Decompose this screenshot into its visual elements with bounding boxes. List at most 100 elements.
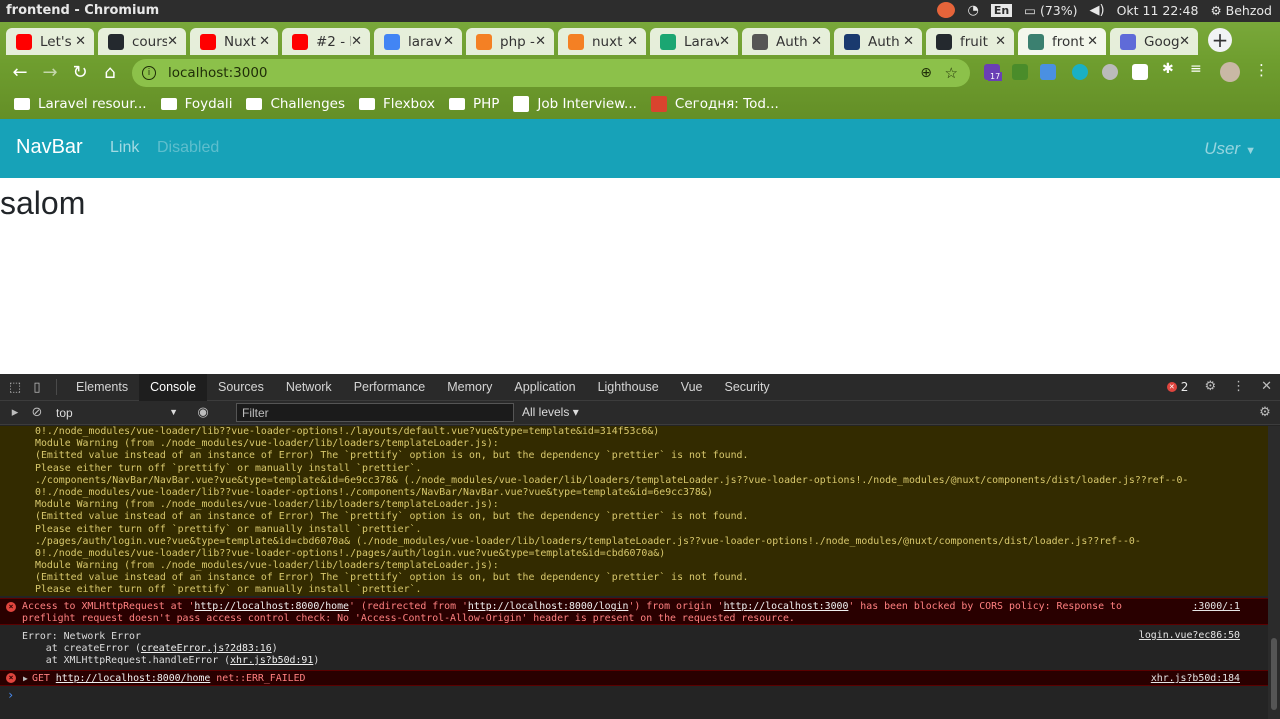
close-tab-icon[interactable]: ✕ [351, 34, 362, 49]
browser-tab[interactable]: #2 - L✕ [282, 28, 370, 55]
clock[interactable]: Okt 11 22:48 [1117, 3, 1199, 18]
get-error-source-link[interactable]: xhr.js?b50d:184 [1151, 673, 1240, 685]
zoom-icon[interactable]: ⊕ [920, 65, 932, 81]
scrollbar-thumb[interactable] [1271, 638, 1277, 710]
close-tab-icon[interactable]: ✕ [443, 34, 454, 49]
devtools-tab[interactable]: Performance [343, 374, 437, 401]
network-error-source-link[interactable]: login.vue?ec86:50 [1139, 630, 1240, 642]
devtools-tab[interactable]: Console [139, 373, 207, 401]
devtools-tab[interactable]: Vue [670, 374, 714, 401]
wifi-icon[interactable]: ◔ [967, 3, 978, 18]
expand-triangle-icon[interactable]: ▶ [23, 673, 28, 685]
back-button[interactable]: ← [8, 60, 32, 84]
cors-error-source-link[interactable]: :3000/:1 [1192, 601, 1240, 613]
close-tab-icon[interactable]: ✕ [535, 34, 546, 49]
bookmark-item[interactable]: Flexbox [358, 96, 435, 112]
bookmark-item[interactable]: Foydali [160, 96, 232, 112]
site-info-icon[interactable]: i [142, 66, 156, 80]
devtools-tab[interactable]: Lighthouse [587, 374, 670, 401]
console-prompt[interactable]: › [7, 689, 14, 701]
close-devtools-icon[interactable]: ✕ [1261, 379, 1272, 394]
live-expression-eye-icon[interactable]: ◉ [192, 405, 214, 420]
browser-tab[interactable]: Goog ✕ [1110, 28, 1198, 55]
context-selector[interactable]: top ▼ [56, 406, 178, 420]
menu-kebab-icon[interactable]: ⋮ [1254, 61, 1270, 79]
sidebar-toggle-icon[interactable]: ▸ [4, 405, 26, 420]
browser-tab[interactable]: fruit ✕ [926, 28, 1014, 55]
bookmark-item[interactable]: Challenges [246, 96, 345, 112]
bookmark-star-icon[interactable]: ☆ [945, 64, 958, 82]
browser-tab[interactable]: cours ✕ [98, 28, 186, 55]
browser-tab[interactable]: Let's ✕ [6, 28, 94, 55]
devtools-tab[interactable]: Sources [207, 374, 275, 401]
bookmark-item[interactable]: Job Interview... [513, 96, 637, 112]
browser-tab[interactable]: front ✕ [1018, 28, 1106, 55]
xhr-handle-error-link[interactable]: xhr.js?b50d:91 [230, 655, 313, 666]
user-menu[interactable]: ⚙ Behzod [1210, 3, 1272, 18]
close-tab-icon[interactable]: ✕ [995, 34, 1006, 49]
devtools-tab[interactable]: Security [714, 374, 781, 401]
browser-tab[interactable]: Auth ✕ [742, 28, 830, 55]
cors-url-origin[interactable]: http://localhost:3000 [724, 601, 849, 612]
get-error-url[interactable]: http://localhost:8000/home [56, 673, 211, 684]
get-request-error[interactable]: × ▶ GET http://localhost:8000/home net::… [0, 670, 1268, 686]
bookmark-item[interactable]: Сегодня: Tod... [650, 96, 779, 112]
extension-f-icon[interactable] [1040, 64, 1056, 80]
error-counter[interactable]: ✕ 2 [1166, 380, 1188, 394]
browser-tab[interactable]: Nuxt ✕ [190, 28, 278, 55]
puzzle-icon[interactable]: ✱ [1162, 61, 1178, 77]
close-tab-icon[interactable]: ✕ [811, 34, 822, 49]
close-tab-icon[interactable]: ✕ [1179, 34, 1190, 49]
address-bar[interactable]: i localhost:3000 ⊕ ☆ [132, 59, 970, 87]
cors-url-login[interactable]: http://localhost:8000/login [468, 601, 629, 612]
media-queue-icon[interactable]: ≡ [1190, 61, 1206, 77]
console-scrollbar[interactable] [1268, 426, 1280, 719]
close-tab-icon[interactable]: ✕ [903, 34, 914, 49]
browser-tab[interactable]: Larav ✕ [650, 28, 738, 55]
language-indicator[interactable]: En [990, 3, 1013, 17]
network-error-message[interactable]: Error: Network Error at createError (cre… [0, 628, 1268, 668]
settings-gear-icon[interactable]: ⚙ [1204, 379, 1216, 394]
browser-tab[interactable]: Auth ✕ [834, 28, 922, 55]
create-error-link[interactable]: createError.js?2d83:16 [141, 643, 272, 654]
close-tab-icon[interactable]: ✕ [627, 34, 638, 49]
devtools-tab[interactable]: Elements [65, 374, 139, 401]
inspect-element-icon[interactable]: ⬚ [4, 380, 26, 395]
user-dropdown[interactable]: User ▼ [1204, 139, 1256, 159]
console-filter-input[interactable] [236, 403, 514, 422]
nav-link[interactable]: Link [110, 139, 139, 157]
extension-circle-icon[interactable] [1102, 64, 1118, 80]
address-url[interactable]: localhost:3000 [168, 65, 268, 81]
browser-tab[interactable]: php - ✕ [466, 28, 554, 55]
new-tab-button[interactable]: + [1208, 28, 1232, 52]
bookmark-item[interactable]: PHP [448, 96, 499, 112]
notification-icon[interactable] [937, 2, 956, 18]
profile-avatar[interactable] [1220, 62, 1240, 82]
devtools-tab[interactable]: Network [275, 374, 343, 401]
browser-tab[interactable]: nuxt ✕ [558, 28, 646, 55]
battery-indicator[interactable]: ▭ (73%) [1024, 3, 1077, 18]
close-tab-icon[interactable]: ✕ [1087, 34, 1098, 49]
close-tab-icon[interactable]: ✕ [259, 34, 270, 49]
close-tab-icon[interactable]: ✕ [75, 34, 86, 49]
close-tab-icon[interactable]: ✕ [167, 34, 178, 49]
forward-button[interactable]: → [38, 60, 62, 84]
browser-tab[interactable]: larav ✕ [374, 28, 462, 55]
extension-m-icon[interactable] [1072, 64, 1088, 80]
extension-qr-icon[interactable] [1132, 64, 1148, 80]
more-options-icon[interactable]: ⋮ [1232, 379, 1245, 394]
device-toolbar-icon[interactable]: ▯ [26, 380, 48, 395]
navbar-brand[interactable]: NavBar [16, 136, 83, 159]
bookmark-item[interactable]: Laravel resour... [14, 96, 147, 112]
devtools-tab[interactable]: Memory [436, 374, 503, 401]
devtools-tab[interactable]: Application [503, 374, 586, 401]
log-levels-dropdown[interactable]: All levels ▾ [522, 405, 579, 419]
cors-url-home[interactable]: http://localhost:8000/home [194, 601, 349, 612]
clear-console-icon[interactable]: ⊘ [26, 405, 48, 420]
extension-drive-icon[interactable] [1012, 64, 1028, 80]
volume-icon[interactable]: ◀) [1090, 3, 1105, 18]
home-button[interactable]: ⌂ [98, 60, 122, 84]
close-tab-icon[interactable]: ✕ [719, 34, 730, 49]
console-settings-gear-icon[interactable]: ⚙ [1254, 405, 1276, 420]
reload-button[interactable]: ↻ [68, 60, 92, 84]
